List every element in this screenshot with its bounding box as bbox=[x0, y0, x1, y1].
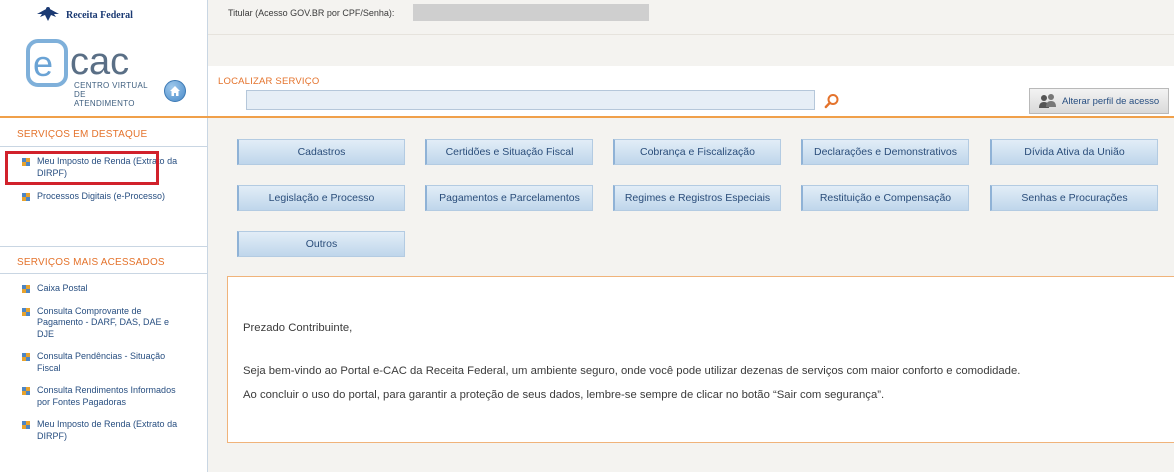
service-button-outros[interactable]: Outros bbox=[237, 231, 405, 257]
sidebar-item-label[interactable]: Meu Imposto de Renda (Extrato da DIRPF) bbox=[37, 156, 177, 178]
most-accessed-item-rendimentos[interactable]: Consulta Rendimentos Informados por Font… bbox=[0, 385, 207, 408]
service-button-pagamentos[interactable]: Pagamentos e Parcelamentos bbox=[425, 185, 593, 211]
service-button-cadastros[interactable]: Cadastros bbox=[237, 139, 405, 165]
header-divider bbox=[208, 34, 1174, 35]
grid-bullet-icon bbox=[22, 421, 30, 429]
service-button-certidoes[interactable]: Certidões e Situação Fiscal bbox=[425, 139, 593, 165]
grid-bullet-icon bbox=[22, 353, 30, 361]
welcome-text-line-2: Ao concluir o uso do portal, para garant… bbox=[243, 389, 885, 401]
most-accessed-title: SERVIÇOS MAIS ACESSADOS bbox=[0, 246, 207, 274]
service-button-declaracoes[interactable]: Declarações e Demonstrativos bbox=[801, 139, 969, 165]
receita-federal-logo[interactable]: Receita Federal bbox=[34, 4, 133, 26]
grid-bullet-icon bbox=[22, 158, 30, 166]
grid-bullet-icon bbox=[22, 307, 30, 316]
grid-bullet-icon bbox=[22, 193, 30, 201]
ecac-subtitle-line-2: DE ATENDIMENTO bbox=[74, 90, 135, 108]
ecac-logo-e: e bbox=[33, 43, 53, 84]
titular-label: Titular (Acesso GOV.BR por CPF/Senha): bbox=[228, 8, 395, 18]
ecac-logo[interactable]: e cac CENTRO VIRTUAL DE ATENDIMENTO bbox=[26, 38, 148, 108]
welcome-greeting: Prezado Contribuinte, bbox=[243, 322, 353, 334]
eagle-icon bbox=[37, 7, 59, 21]
sidebar: Receita Federal e cac CENTRO VIRTUAL DE … bbox=[0, 0, 208, 472]
sidebar-item-label[interactable]: Consulta Pendências - Situação Fiscal bbox=[37, 351, 165, 373]
service-button-divida-ativa[interactable]: Dívida Ativa da União bbox=[990, 139, 1158, 165]
featured-item-meu-imposto-de-renda[interactable]: Meu Imposto de Renda (Extrato da DIRPF) bbox=[0, 156, 207, 179]
most-accessed-list: Caixa Postal Consulta Comprovante de Pag… bbox=[0, 283, 207, 453]
sidebar-item-label[interactable]: Consulta Rendimentos Informados por Font… bbox=[37, 385, 176, 407]
magnifier-icon[interactable] bbox=[824, 93, 840, 109]
service-button-cobranca[interactable]: Cobrança e Fiscalização bbox=[613, 139, 781, 165]
sidebar-item-label[interactable]: Meu Imposto de Renda (Extrato da DIRPF) bbox=[37, 419, 177, 441]
welcome-text-line-1: Seja bem-vindo ao Portal e-CAC da Receit… bbox=[243, 365, 1021, 377]
featured-item-processos-digitais[interactable]: Processos Digitais (e-Processo) bbox=[0, 191, 207, 203]
ecac-subtitle-line-1: CENTRO VIRTUAL bbox=[74, 81, 148, 90]
ecac-logo-cac: cac bbox=[70, 41, 129, 83]
service-button-legislacao[interactable]: Legislação e Processo bbox=[237, 185, 405, 211]
featured-services-title: SERVIÇOS EM DESTAQUE bbox=[0, 119, 207, 147]
service-button-regimes[interactable]: Regimes e Registros Especiais bbox=[613, 185, 781, 211]
sidebar-item-label[interactable]: Consulta Comprovante de Pagamento - DARF… bbox=[37, 306, 169, 339]
featured-services-list: Meu Imposto de Renda (Extrato da DIRPF) … bbox=[0, 156, 207, 215]
home-button[interactable] bbox=[164, 80, 186, 102]
brand-name: Receita Federal bbox=[66, 9, 133, 21]
grid-bullet-icon bbox=[22, 285, 30, 293]
change-profile-button[interactable]: Alterar perfil de acesso bbox=[1029, 88, 1169, 114]
service-button-senhas[interactable]: Senhas e Procurações bbox=[990, 185, 1158, 211]
search-panel: LOCALIZAR SERVIÇO Alterar perfil de aces… bbox=[208, 66, 1174, 118]
service-button-restituicao[interactable]: Restituição e Compensação bbox=[801, 185, 969, 211]
sidebar-item-label[interactable]: Processos Digitais (e-Processo) bbox=[37, 191, 165, 201]
most-accessed-item-pendencias[interactable]: Consulta Pendências - Situação Fiscal bbox=[0, 351, 207, 374]
search-label: LOCALIZAR SERVIÇO bbox=[218, 76, 320, 87]
most-accessed-item-meu-imposto-de-renda[interactable]: Meu Imposto de Renda (Extrato da DIRPF) bbox=[0, 419, 207, 442]
welcome-message-box: Prezado Contribuinte, Seja bem-vindo ao … bbox=[227, 276, 1174, 443]
most-accessed-item-caixa-postal[interactable]: Caixa Postal bbox=[0, 283, 207, 295]
titular-redacted-value bbox=[413, 4, 649, 21]
change-profile-label: Alterar perfil de acesso bbox=[1062, 95, 1160, 107]
sidebar-item-label[interactable]: Caixa Postal bbox=[37, 283, 88, 293]
search-input[interactable] bbox=[246, 90, 815, 110]
ecac-subtitle: CENTRO VIRTUAL DE ATENDIMENTO bbox=[74, 81, 148, 108]
grid-bullet-icon bbox=[22, 387, 30, 395]
sidebar-divider bbox=[0, 116, 208, 118]
home-icon bbox=[170, 86, 180, 96]
users-icon bbox=[1039, 94, 1056, 108]
most-accessed-item-comprovante-pagamento[interactable]: Consulta Comprovante de Pagamento - DARF… bbox=[0, 306, 207, 341]
